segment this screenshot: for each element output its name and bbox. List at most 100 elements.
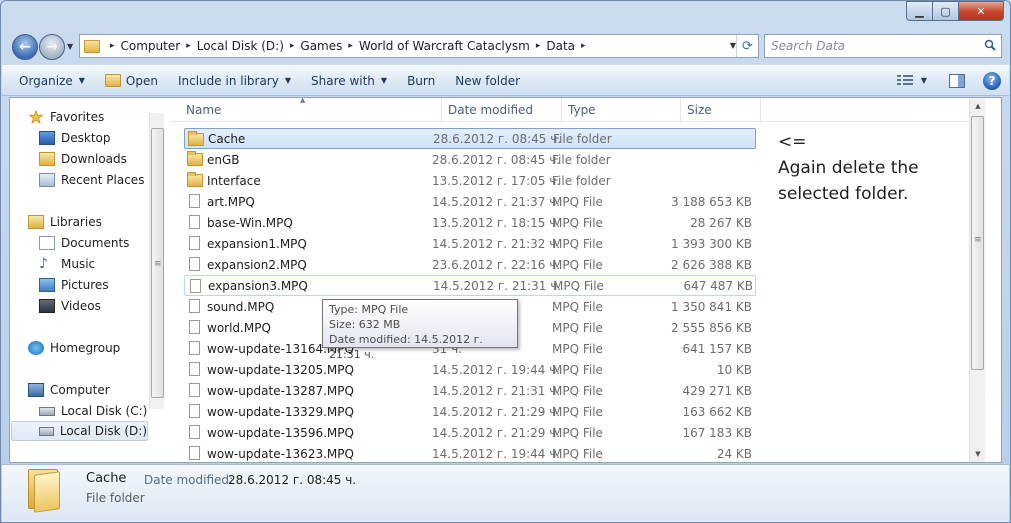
table-row[interactable]: base-Win.MPQ 13.5.2012 г. 18:15 ч. MPQ Fil… xyxy=(184,212,756,233)
file-type: File folder xyxy=(552,152,611,167)
open-label: Open xyxy=(125,73,158,88)
file-name: wow-update-13623.MPQ xyxy=(207,446,354,461)
nav-desktop[interactable]: Desktop xyxy=(39,128,111,148)
nav-local-disk-c[interactable]: Local Disk (C:) xyxy=(39,401,147,421)
close-button[interactable]: ✕ xyxy=(959,1,1004,21)
nav-recent-places[interactable]: Recent Places xyxy=(39,170,144,190)
file-date: 14.5.2012 г. 21:32 ч. xyxy=(432,236,561,251)
file-date: 14.5.2012 г. 19:44 ч. xyxy=(432,446,561,461)
libraries-icon xyxy=(28,215,44,229)
scroll-up-icon[interactable]: ▲ xyxy=(970,98,985,114)
column-headers: ▲ Name Date modified Type Size xyxy=(170,98,985,122)
column-type-label: Type xyxy=(568,103,596,117)
file-name: Interface xyxy=(207,173,261,188)
breadcrumb-data[interactable]: Data xyxy=(546,39,575,53)
details-type: File folder xyxy=(86,491,145,505)
search-input[interactable]: Search Data xyxy=(764,34,1002,58)
column-type[interactable]: Type xyxy=(562,98,681,122)
open-button[interactable]: Open xyxy=(95,66,168,95)
breadcrumb-games[interactable]: Games xyxy=(300,39,342,53)
table-row[interactable]: wow-update-13329.MPQ 14.5.2012 г. 21:29 ч… xyxy=(184,401,756,422)
annotation-line-1: Again delete the xyxy=(778,158,919,178)
nav-videos[interactable]: Videos xyxy=(39,296,101,316)
scroll-down-icon[interactable]: ▼ xyxy=(970,446,985,462)
breadcrumb-local-disk-d[interactable]: Local Disk (D:) xyxy=(197,39,284,53)
table-row[interactable]: wow-update-13596.MPQ 14.5.2012 г. 21:29 ч… xyxy=(184,422,756,443)
table-row[interactable]: wow-update-13287.MPQ 14.5.2012 г. 21:31 ч… xyxy=(184,380,756,401)
table-row[interactable]: wow-update-13623.MPQ 14.5.2012 г. 19:44 ч… xyxy=(184,443,756,462)
forward-button[interactable]: → xyxy=(39,34,65,60)
file-size: 1 350 841 KB xyxy=(671,299,752,314)
nav-homegroup-label: Homegroup xyxy=(50,341,121,355)
table-row[interactable]: Interface 13.5.2012 г. 17:05 ч. File folde… xyxy=(184,170,756,191)
nav-favorites[interactable]: Favorites xyxy=(28,107,104,127)
file-list-scrollbar-thumb[interactable] xyxy=(971,116,984,370)
chevron-right-icon[interactable]: ▸ xyxy=(110,41,115,51)
chevron-right-icon[interactable]: ▸ xyxy=(581,41,586,51)
maximize-button[interactable]: ▢ xyxy=(933,1,959,21)
nav-libraries[interactable]: Libraries xyxy=(28,212,102,232)
table-row[interactable]: art.MPQ 14.5.2012 г. 21:37 ч. MPQ File 3 18… xyxy=(184,191,756,212)
change-view-icon[interactable] xyxy=(896,74,913,87)
column-name-label: Name xyxy=(186,103,222,117)
chevron-right-icon[interactable]: ▸ xyxy=(536,41,541,51)
explorer-window: ▁ ▢ ✕ ← → ▼ ▸ Computer ▸ Local Disk (D:)… xyxy=(0,0,1011,523)
table-row[interactable]: expansion2.MPQ 23.6.2012 г. 22:16 ч. MPQ F… xyxy=(184,254,756,275)
column-date-modified[interactable]: Date modified xyxy=(442,98,562,122)
table-row[interactable]: enGB 28.6.2012 г. 08:45 ч. File folder xyxy=(184,149,756,170)
desktop-icon xyxy=(39,131,55,145)
nav-homegroup[interactable]: Homegroup xyxy=(28,338,120,358)
view-options-dropdown-icon[interactable]: ▼ xyxy=(921,76,927,85)
chevron-right-icon[interactable]: ▸ xyxy=(186,41,191,51)
burn-button[interactable]: Burn xyxy=(397,66,445,95)
refresh-icon[interactable]: ⟳ xyxy=(736,35,758,57)
new-folder-button[interactable]: New folder xyxy=(445,66,530,95)
breadcrumb-wow-cataclysm[interactable]: World of Warcraft Cataclysm xyxy=(359,39,530,53)
nav-music[interactable]: ♪ Music xyxy=(39,254,95,274)
nav-documents[interactable]: Documents xyxy=(39,233,129,253)
folder-icon xyxy=(28,469,62,513)
details-name: Cache xyxy=(86,471,127,486)
file-date: 28.6.2012 г. 08:45 ч. xyxy=(433,131,562,146)
breadcrumb-computer[interactable]: Computer xyxy=(121,39,181,53)
organize-button[interactable]: Organize ▼ xyxy=(2,66,95,95)
nav-pictures-label: Pictures xyxy=(61,278,109,292)
file-size: 641 157 KB xyxy=(682,341,752,356)
search-icon[interactable] xyxy=(984,39,996,51)
file-name: Cache xyxy=(208,131,246,146)
nav-pictures[interactable]: Pictures xyxy=(39,275,109,295)
navigation-scrollbar[interactable] xyxy=(149,113,164,409)
file-size: 429 271 KB xyxy=(682,383,752,398)
nav-downloads[interactable]: Downloads xyxy=(39,149,127,169)
file-list-scrollbar[interactable]: ▲ ▼ xyxy=(969,98,985,462)
burn-label: Burn xyxy=(407,73,436,88)
back-button[interactable]: ← xyxy=(12,34,38,60)
recent-pages-dropdown-icon[interactable]: ▼ xyxy=(67,42,73,51)
nav-computer[interactable]: Computer xyxy=(28,380,110,400)
table-row[interactable]: Cache 28.6.2012 г. 08:45 ч. File folder xyxy=(184,128,756,149)
column-size[interactable]: Size xyxy=(681,98,761,122)
table-row[interactable]: expansion3.MPQ 14.5.2012 г. 21:31 ч. MPQ F… xyxy=(184,275,756,296)
file-date: 13.5.2012 г. 18:15 ч. xyxy=(432,215,561,230)
column-name[interactable]: Name xyxy=(180,98,442,122)
address-bar[interactable]: ▸ Computer ▸ Local Disk (D:) ▸ Games ▸ W… xyxy=(79,34,759,58)
minimize-button[interactable]: ▁ xyxy=(906,1,933,21)
file-size: 10 KB xyxy=(716,362,752,377)
chevron-right-icon[interactable]: ▸ xyxy=(290,41,295,51)
file-date: 14.5.2012 г. 21:29 ч. xyxy=(432,425,561,440)
nav-local-disk-d-label: Local Disk (D:) xyxy=(59,424,147,438)
help-icon[interactable]: ? xyxy=(983,71,1001,90)
drive-icon xyxy=(39,426,54,436)
include-in-library-button[interactable]: Include in library ▼ xyxy=(168,66,301,95)
table-row[interactable]: wow-update-13205.MPQ 14.5.2012 г. 19:44 ч… xyxy=(184,359,756,380)
share-with-button[interactable]: Share with ▼ xyxy=(301,66,397,95)
nav-local-disk-d[interactable]: Local Disk (D:) xyxy=(11,421,148,441)
preview-pane-icon[interactable] xyxy=(949,73,965,88)
file-name: expansion1.MPQ xyxy=(207,236,307,251)
file-type: MPQ File xyxy=(553,278,604,293)
table-row[interactable]: expansion1.MPQ 14.5.2012 г. 21:32 ч. MPQ F… xyxy=(184,233,756,254)
chevron-right-icon[interactable]: ▸ xyxy=(348,41,353,51)
file-name: wow-update-13329.MPQ xyxy=(207,404,354,419)
file-type: MPQ File xyxy=(552,383,603,398)
navigation-scrollbar-thumb[interactable] xyxy=(151,128,164,398)
